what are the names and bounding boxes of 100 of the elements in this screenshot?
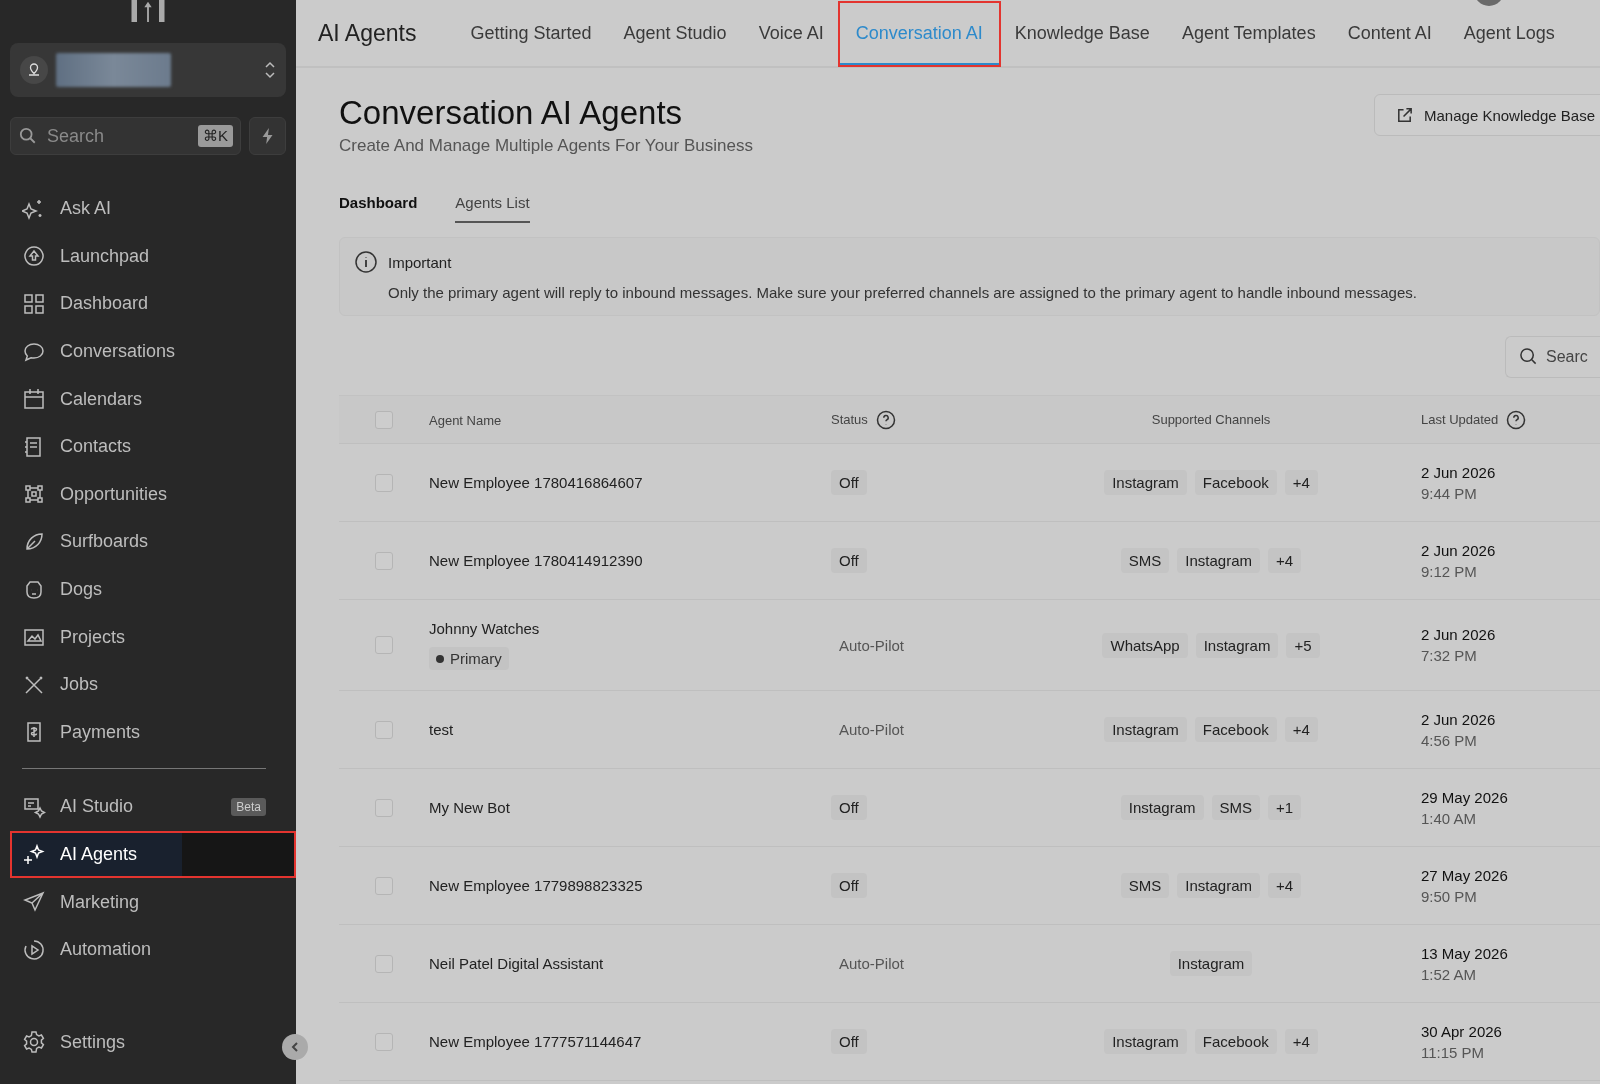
- quick-action-button[interactable]: [249, 117, 286, 155]
- checkbox[interactable]: [375, 876, 393, 895]
- help-icon[interactable]: [1506, 409, 1527, 430]
- tab[interactable]: Content AI: [1331, 2, 1448, 64]
- nav-item[interactable]: Conversations: [10, 327, 296, 376]
- nav-item[interactable]: Contacts: [10, 422, 296, 471]
- date-text: 13 May 2026: [1421, 944, 1508, 962]
- agent-name: test: [429, 721, 454, 738]
- column-header: Supported Channels: [1151, 412, 1271, 427]
- date-text: 27 May 2026: [1421, 866, 1508, 884]
- time-text: 1:52 AM: [1421, 965, 1477, 983]
- tab[interactable]: Agent Logs: [1447, 2, 1571, 64]
- checkbox[interactable]: [375, 798, 393, 817]
- channel-tag: SMS: [1120, 548, 1170, 573]
- settings-icon: [22, 1030, 46, 1055]
- shortcut-key: ⌘K: [198, 125, 233, 147]
- date-text: 2 Jun 2026: [1421, 710, 1496, 728]
- date-text: 29 May 2026: [1421, 788, 1508, 806]
- checkbox[interactable]: [375, 551, 393, 570]
- nav-item[interactable]: Ask AI: [10, 185, 296, 233]
- tab[interactable]: Getting Started: [454, 2, 608, 64]
- status-badge: Off: [831, 795, 867, 820]
- nav-item[interactable]: AI Studio Beta: [10, 783, 296, 831]
- status-label: Auto-Pilot: [838, 635, 906, 656]
- tab[interactable]: Dashboard: [339, 194, 418, 223]
- agent-name: Johnny Watches: [429, 620, 540, 637]
- checkbox[interactable]: [375, 720, 393, 739]
- status-badge: Off: [831, 1029, 867, 1054]
- collapse-button[interactable]: [282, 1034, 308, 1060]
- nav-item[interactable]: Dogs: [10, 565, 296, 614]
- nav-icon: [22, 292, 46, 316]
- status-label: Auto-Pilot: [838, 720, 906, 740]
- time-text: 11:15 PM: [1421, 1043, 1485, 1061]
- channel-tag: Facebook: [1194, 1029, 1277, 1054]
- checkbox[interactable]: [375, 1032, 393, 1051]
- channel-tag: +4: [1284, 1029, 1318, 1054]
- manage-knowledge-base-button[interactable]: Manage Knowledge Base: [1374, 94, 1600, 136]
- date-text: 2 Jun 2026: [1421, 463, 1496, 481]
- nav-item[interactable]: Dashboard: [10, 280, 296, 328]
- tab[interactable]: Agents List: [455, 194, 530, 223]
- help-icon[interactable]: [875, 409, 896, 430]
- status-badge: Off: [831, 470, 867, 495]
- time-text: 9:12 PM: [1421, 562, 1477, 580]
- page-title: Conversation AI Agents: [339, 94, 684, 132]
- time-text: 1:40 AM: [1421, 809, 1477, 827]
- channel-tag: +4: [1284, 470, 1318, 495]
- nav-item[interactable]: Projects: [10, 613, 296, 661]
- time-text: 9:50 PM: [1421, 887, 1477, 905]
- tab[interactable]: Knowledge Base: [998, 2, 1166, 64]
- external-link-icon: [1395, 105, 1415, 125]
- nav-item[interactable]: Calendars: [10, 375, 296, 423]
- tab[interactable]: Agent Templates: [1165, 2, 1332, 64]
- agent-name: My New Bot: [429, 799, 510, 816]
- tab[interactable]: Voice AI: [742, 2, 840, 64]
- checkbox[interactable]: [375, 954, 393, 973]
- search-field[interactable]: Searc: [1505, 336, 1600, 378]
- channel-tag: +5: [1286, 632, 1320, 658]
- channel-tag: Instagram: [1120, 795, 1204, 820]
- channel-tag: Instagram: [1177, 873, 1261, 898]
- date-text: 30 Apr 2026: [1421, 1022, 1502, 1040]
- search-icon: [1519, 347, 1538, 366]
- nav-item[interactable]: Marketing: [10, 878, 296, 926]
- time-text: 9:44 PM: [1421, 484, 1477, 502]
- nav-item[interactable]: Jobs: [10, 660, 296, 709]
- date-text: 2 Jun 2026: [1421, 626, 1496, 643]
- channel-tag: +4: [1284, 717, 1318, 742]
- notice-text: Only the primary agent will reply to inbound messages. Make sure your preferred channels are assigned to the primary agent to handle inbound messages.: [388, 284, 1418, 301]
- notice-title: Important: [388, 253, 452, 271]
- date-text: 2 Jun 2026: [1421, 541, 1496, 559]
- primary-badge: Primary: [429, 647, 509, 670]
- channel-tag: Instagram: [1169, 951, 1253, 976]
- nav-item[interactable]: AI Agents: [10, 830, 296, 879]
- checkbox[interactable]: [375, 473, 393, 492]
- nav-item[interactable]: Automation: [10, 925, 296, 974]
- search-icon: [19, 127, 37, 145]
- account-switcher[interactable]: [10, 43, 286, 97]
- nav-icon: [22, 387, 46, 412]
- agent-name: New Employee 1779898823325: [429, 877, 643, 894]
- time-text: 7:32 PM: [1421, 647, 1477, 664]
- nav-item[interactable]: Opportunities: [10, 470, 296, 519]
- channel-tag: Instagram: [1177, 548, 1261, 573]
- status-badge: Off: [831, 548, 867, 573]
- info-icon: [354, 250, 378, 274]
- nav-item[interactable]: Surfboards: [10, 518, 296, 566]
- nav-item[interactable]: Payments: [10, 708, 296, 757]
- tab[interactable]: Agent Studio: [607, 2, 743, 64]
- channel-tag: Instagram: [1104, 470, 1187, 495]
- channel-tag: WhatsApp: [1102, 632, 1188, 658]
- agent-name: Neil Patel Digital Assistant: [429, 955, 604, 972]
- column-header: Agent Name: [429, 412, 502, 428]
- agent-name: New Employee 1777571144647: [429, 1033, 642, 1050]
- nav-item[interactable]: Launchpad: [10, 232, 296, 281]
- checkbox[interactable]: [375, 410, 393, 429]
- app-title: AI Agents: [318, 19, 417, 47]
- status-badge: Off: [831, 873, 867, 898]
- channel-tag: +1: [1268, 795, 1302, 820]
- nav-item[interactable]: Settings: [10, 1018, 146, 1066]
- checkbox[interactable]: [375, 636, 393, 654]
- nav-icon: [22, 842, 46, 867]
- channel-tag: +4: [1268, 873, 1302, 898]
